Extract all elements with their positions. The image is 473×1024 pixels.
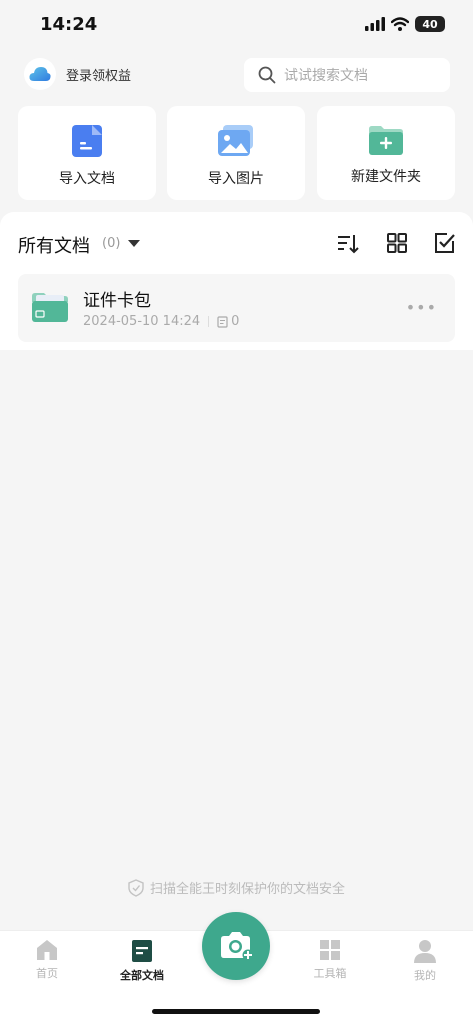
card-label: 导入图片 — [208, 171, 264, 187]
page-count: 0 — [217, 314, 239, 329]
camera-scan-button[interactable] — [202, 912, 270, 980]
tab-label: 首页 — [36, 967, 58, 980]
document-icon — [72, 125, 102, 157]
select-checkbox-icon[interactable] — [434, 232, 456, 254]
cloud-icon — [29, 67, 51, 81]
status-bar: 14:24 40 — [0, 0, 473, 50]
camera-plus-icon — [221, 932, 254, 961]
cloud-avatar — [24, 58, 56, 90]
import-document-button[interactable]: 导入文档 — [18, 106, 156, 200]
document-date: 2024-05-10 14:24 — [83, 314, 201, 329]
card-folder-icon — [32, 293, 68, 322]
page-count-value: 0 — [231, 314, 240, 329]
tab-label: 全部文档 — [120, 969, 164, 982]
tab-home[interactable]: 首页 — [12, 939, 82, 981]
image-icon — [218, 125, 253, 156]
card-label: 新建文件夹 — [351, 169, 421, 185]
tab-label: 工具箱 — [313, 967, 347, 980]
tab-label: 我的 — [414, 969, 436, 982]
signal-icon — [365, 17, 385, 31]
section-title[interactable]: 所有文档 — [18, 232, 90, 258]
tab-toolbox[interactable]: 工具箱 — [295, 939, 365, 981]
profile-icon — [414, 940, 436, 963]
grid-view-icon[interactable] — [386, 232, 408, 254]
security-text: 扫描全能王时刻保护你的文档安全 — [149, 882, 345, 897]
home-indicator — [152, 1009, 320, 1014]
page-icon — [217, 315, 228, 328]
login-button[interactable]: 登录领权益 — [24, 58, 131, 90]
shield-check-icon — [128, 878, 144, 897]
import-image-button[interactable]: 导入图片 — [167, 106, 305, 200]
meta-divider — [208, 316, 210, 327]
wifi-icon — [391, 17, 409, 31]
search-icon — [258, 66, 276, 84]
battery-indicator: 40 — [415, 16, 445, 32]
document-row[interactable]: 证件卡包 2024-05-10 14:24 0 ••• — [18, 274, 455, 342]
search-placeholder: 试试搜索文档 — [284, 68, 368, 84]
caret-down-icon[interactable] — [128, 240, 140, 247]
status-icons: 40 — [365, 16, 445, 32]
more-options-icon[interactable]: ••• — [406, 298, 437, 317]
documents-panel: 所有文档 (0) 证件卡包 2024-05-10 14:24 0 ••• — [0, 212, 473, 350]
tab-profile[interactable]: 我的 — [390, 939, 460, 983]
home-icon — [37, 940, 57, 960]
card-label: 导入文档 — [59, 171, 115, 187]
search-input[interactable]: 试试搜索文档 — [244, 58, 450, 92]
sort-icon[interactable] — [337, 232, 359, 254]
tab-all-documents[interactable]: 全部文档 — [107, 939, 177, 983]
screen: 14:24 40 登录领权益 试试搜索文档 导入文档 导入图片 新建文件夹 所有… — [0, 0, 473, 1024]
login-label: 登录领权益 — [66, 68, 132, 84]
document-meta: 2024-05-10 14:24 0 — [83, 314, 239, 329]
toolbox-icon — [320, 940, 340, 960]
new-folder-icon — [369, 126, 403, 155]
documents-icon — [132, 940, 152, 962]
document-name: 证件卡包 — [83, 291, 151, 311]
security-note: 扫描全能王时刻保护你的文档安全 — [0, 878, 473, 897]
section-count: (0) — [102, 236, 121, 251]
new-folder-button[interactable]: 新建文件夹 — [317, 106, 455, 200]
status-time: 14:24 — [40, 14, 98, 35]
